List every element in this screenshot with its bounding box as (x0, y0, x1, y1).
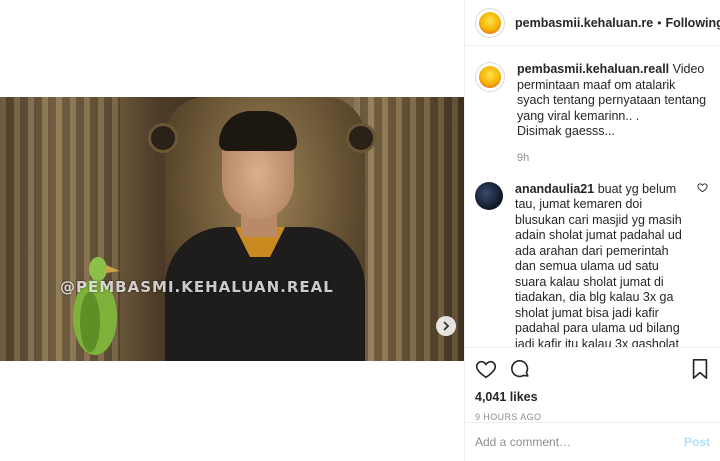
heart-icon (475, 360, 497, 379)
video-watermark: @PEMBASMI.KEHALUAN.REAL (60, 278, 334, 296)
action-icons (475, 356, 710, 382)
caption-item: pembasmii.kehaluan.reall Video permintaa… (475, 62, 710, 164)
video-player[interactable]: @PEMBASMI.KEHALUAN.REAL (0, 97, 464, 361)
comments-list[interactable]: pembasmii.kehaluan.reall Video permintaa… (465, 46, 720, 347)
comment-input[interactable] (475, 435, 684, 449)
caption-avatar[interactable] (475, 62, 505, 92)
heart-icon (697, 182, 708, 192)
caption-username[interactable]: pembasmii.kehaluan.reall (517, 62, 669, 76)
bird-statue (73, 257, 120, 355)
like-count[interactable]: 4,041 likes (475, 390, 710, 404)
bookmark-icon (692, 359, 708, 379)
comment-text: buat yg belum tau, jumat kemaren doi blu… (515, 181, 682, 348)
save-button[interactable] (690, 358, 710, 380)
next-media-button[interactable] (436, 316, 456, 336)
post-actions: 4,041 likes 9 HOURS AGO (465, 347, 720, 422)
caption-time: 9h (517, 151, 530, 164)
header-separator: • (657, 15, 662, 30)
comment-username[interactable]: anandaulia21 (515, 182, 594, 196)
post-sidebar: pembasmii.kehaluan.re • Following pembas… (464, 0, 720, 461)
comment-icon (511, 360, 529, 378)
video-subject (165, 107, 365, 361)
following-button[interactable]: Following (665, 16, 720, 30)
commenter-avatar[interactable] (475, 181, 503, 210)
chair-ornament-left (148, 123, 178, 153)
caption-text-block: pembasmii.kehaluan.reall Video permintaa… (517, 62, 710, 140)
comment-like-button[interactable] (697, 182, 708, 348)
caption-text-2: Disimak gaesss... (517, 124, 615, 138)
chevron-right-icon (443, 321, 450, 331)
author-username[interactable]: pembasmii.kehaluan.re (515, 16, 653, 30)
add-comment-bar: Post (465, 422, 720, 461)
comment-button[interactable] (509, 358, 531, 380)
comment-text-block: anandaulia21 buat yg belum tau, jumat ke… (515, 182, 691, 348)
post-header: pembasmii.kehaluan.re • Following (465, 0, 720, 46)
author-avatar[interactable] (475, 7, 505, 38)
instagram-post-modal: @PEMBASMI.KEHALUAN.REAL pembasmii.kehalu… (0, 0, 720, 461)
post-comment-button[interactable]: Post (684, 435, 710, 449)
post-timestamp: 9 HOURS AGO (475, 412, 542, 422)
comment-item: anandaulia21 buat yg belum tau, jumat ke… (475, 181, 710, 348)
media-pane: @PEMBASMI.KEHALUAN.REAL (0, 0, 464, 461)
like-button[interactable] (475, 358, 497, 380)
